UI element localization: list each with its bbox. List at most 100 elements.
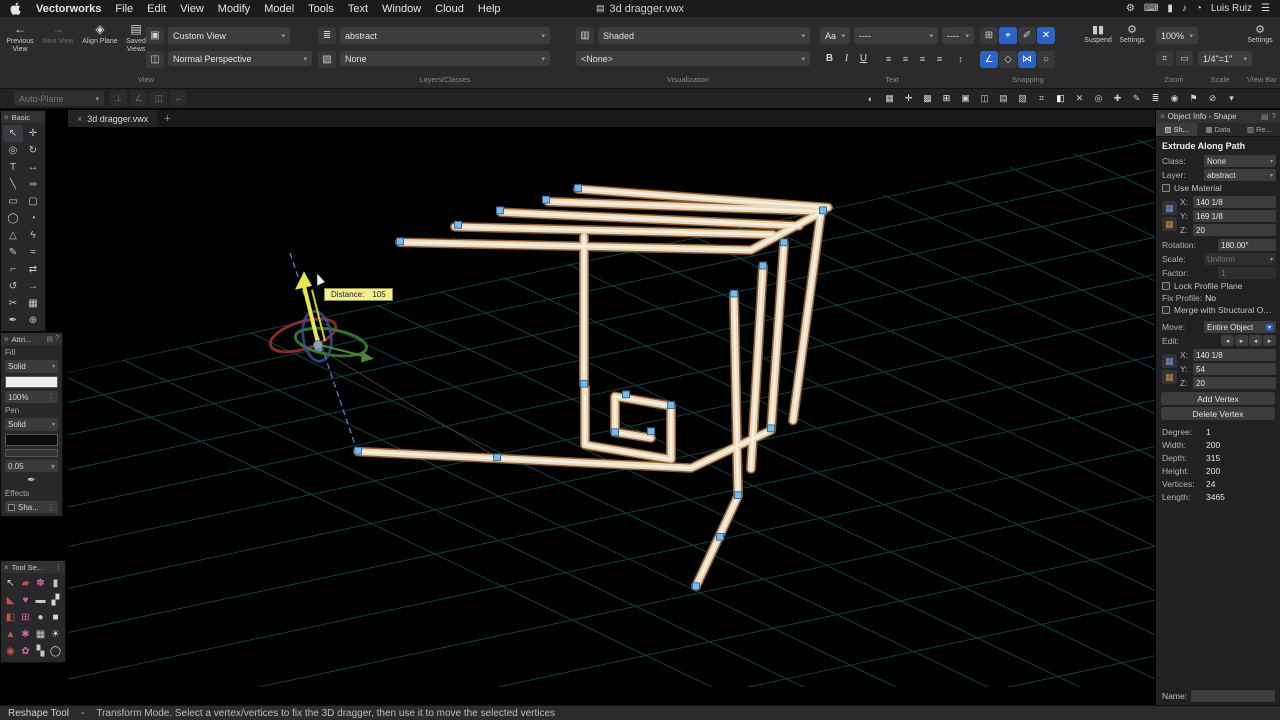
- dimension-tool[interactable]: ↔: [23, 159, 43, 176]
- sound-icon[interactable]: ♪: [1182, 3, 1187, 14]
- toolset-camera-icon[interactable]: ◉: [3, 643, 18, 660]
- vertex-handle[interactable]: [780, 238, 788, 247]
- palette-menu-icon[interactable]: ▤: [46, 335, 53, 343]
- object-info-tab[interactable]: ▥ Re...: [1239, 123, 1280, 136]
- render-mode-select[interactable]: Shaded ▾: [598, 27, 810, 44]
- help-icon[interactable]: ?: [1272, 112, 1276, 121]
- screen-plane-icon[interactable]: ▦: [1162, 354, 1177, 368]
- vertex-handle[interactable]: [734, 491, 742, 500]
- previous-view-button[interactable]: ← Previous View: [2, 22, 38, 54]
- user-name[interactable]: Luis Ruiz: [1211, 3, 1252, 14]
- menu-item[interactable]: Window: [382, 3, 421, 15]
- toolset-wall-icon[interactable]: ▰: [18, 575, 33, 592]
- erase-icon[interactable]: ✕: [1071, 91, 1088, 106]
- polygon-tool[interactable]: △: [3, 227, 23, 244]
- view-bar-settings-button[interactable]: ⚙ Settings: [1244, 23, 1276, 44]
- shadow-effect-row[interactable]: Sha... ⋮: [5, 501, 58, 513]
- vertex-handle[interactable]: [396, 237, 404, 246]
- active-class-select[interactable]: None ▾: [340, 51, 550, 66]
- toolset-plant-icon[interactable]: ✿: [18, 643, 33, 660]
- intersection-snap-icon[interactable]: ◇: [999, 51, 1017, 68]
- document-tab[interactable]: × 3d dragger.vwx: [68, 110, 158, 127]
- menu-item[interactable]: View: [180, 3, 204, 15]
- compass-icon[interactable]: ◉: [1166, 91, 1183, 106]
- close-icon[interactable]: ×: [4, 113, 9, 122]
- layers-icon[interactable]: ≣: [1147, 91, 1164, 106]
- toolset-cube-icon[interactable]: ■: [48, 609, 63, 626]
- settings-gear-icon[interactable]: ⚙: [1126, 3, 1135, 14]
- text-tool[interactable]: T: [3, 159, 23, 176]
- toolset-door-icon[interactable]: ◧: [3, 609, 18, 626]
- first-vertex-button[interactable]: ◂: [1249, 335, 1262, 346]
- drawing-canvas[interactable]: Distance: 105: [68, 128, 1155, 687]
- vertex-handle[interactable]: [622, 390, 630, 399]
- mirror-tool[interactable]: ⇄: [23, 261, 43, 278]
- apple-menu-icon[interactable]: [10, 2, 22, 15]
- align-left-icon[interactable]: ≡: [880, 51, 897, 66]
- canvas-svg[interactable]: [68, 128, 1155, 687]
- delete-vertex-button[interactable]: Delete Vertex: [1161, 407, 1275, 420]
- x-position-field[interactable]: 140 1/8: [1193, 196, 1276, 208]
- angle-mode-icon[interactable]: ∠: [130, 91, 147, 106]
- align-center-icon[interactable]: ≡: [897, 51, 914, 66]
- vertex-handle[interactable]: [692, 582, 700, 591]
- z-position-field[interactable]: 20: [1193, 224, 1276, 236]
- palette-menu-icon[interactable]: ▤: [1261, 112, 1269, 121]
- flyover-tool[interactable]: ↻: [23, 142, 43, 159]
- menu-item[interactable]: Modify: [218, 3, 250, 15]
- edge-mode-icon[interactable]: ⌐: [170, 91, 187, 106]
- close-icon[interactable]: ×: [77, 114, 82, 124]
- italic-button[interactable]: I: [839, 51, 854, 66]
- toolset-mesh-icon[interactable]: ▦: [33, 626, 48, 643]
- menu-item[interactable]: Text: [348, 3, 368, 15]
- angle-snap-icon[interactable]: ∠: [980, 51, 998, 68]
- plane-mode-icon[interactable]: ▣: [957, 91, 974, 106]
- toolset-sphere-icon[interactable]: ●: [33, 609, 48, 626]
- section-icon[interactable]: ◫: [976, 91, 993, 106]
- fit-objects-icon[interactable]: ▭: [1176, 51, 1193, 66]
- close-icon[interactable]: ×: [4, 563, 9, 572]
- target-icon[interactable]: ◎: [1090, 91, 1107, 106]
- vertex-handle[interactable]: [767, 424, 775, 433]
- kebab-menu-icon[interactable]: ⋮: [55, 563, 62, 571]
- rotation-field[interactable]: 180.00°: [1218, 239, 1276, 251]
- toolset-detail-icon[interactable]: ◯: [48, 643, 63, 660]
- vertex-handle[interactable]: [716, 532, 724, 541]
- projection-select[interactable]: Normal Perspective ▾: [168, 51, 312, 66]
- tape-measure-tool[interactable]: ⊕: [23, 312, 43, 329]
- menu-item[interactable]: Help: [478, 3, 501, 15]
- surface-icon[interactable]: ▩: [919, 91, 936, 106]
- smart-point-icon[interactable]: ✐: [1018, 27, 1036, 44]
- flag-icon[interactable]: ⚑: [1185, 91, 1202, 106]
- next-view-button[interactable]: → Next View: [40, 22, 76, 46]
- close-icon[interactable]: ×: [1160, 112, 1165, 121]
- object-snap-icon[interactable]: ⌖: [999, 27, 1017, 44]
- vertex-handle[interactable]: [667, 401, 675, 409]
- merge-structural-checkbox[interactable]: [1162, 306, 1170, 314]
- notification-list-icon[interactable]: ☰: [1261, 3, 1270, 14]
- vertex-handle[interactable]: [574, 184, 582, 192]
- text-style-select[interactable]: Aa ▾: [820, 27, 850, 44]
- toolset-roof-icon[interactable]: ◣: [3, 592, 18, 609]
- last-vertex-button[interactable]: ▸: [1263, 335, 1276, 346]
- auto-plane-select[interactable]: Auto-Plane ▾: [14, 91, 104, 106]
- multiview-icon[interactable]: ▤: [995, 91, 1012, 106]
- background-render-select[interactable]: <None> ▾: [576, 51, 810, 66]
- toolset-terrain-icon[interactable]: ▚: [33, 643, 48, 660]
- vertex-handle[interactable]: [611, 428, 619, 437]
- align-justify-icon[interactable]: ≡: [931, 51, 948, 66]
- toolset-window-icon[interactable]: ⊞: [18, 609, 33, 626]
- wireframe-icon[interactable]: ▦: [881, 91, 898, 106]
- slash-icon[interactable]: ⊘: [1204, 91, 1221, 106]
- face-mode-icon[interactable]: ◫: [150, 91, 167, 106]
- polyline-tool[interactable]: ϟ: [23, 227, 43, 244]
- line-type-small-select[interactable]: ---- ▾: [942, 27, 974, 44]
- distance-snap-icon[interactable]: ○: [1037, 51, 1055, 68]
- pen-color-swatch[interactable]: [5, 434, 58, 446]
- line-tool[interactable]: ╲: [3, 176, 23, 193]
- vertex-handle[interactable]: [580, 379, 588, 388]
- underline-button[interactable]: U: [856, 51, 871, 66]
- double-line-tool[interactable]: ═: [23, 176, 43, 193]
- help-icon[interactable]: ?: [55, 335, 59, 343]
- layer-scale-select[interactable]: 1/4"=1" ▾: [1198, 51, 1252, 66]
